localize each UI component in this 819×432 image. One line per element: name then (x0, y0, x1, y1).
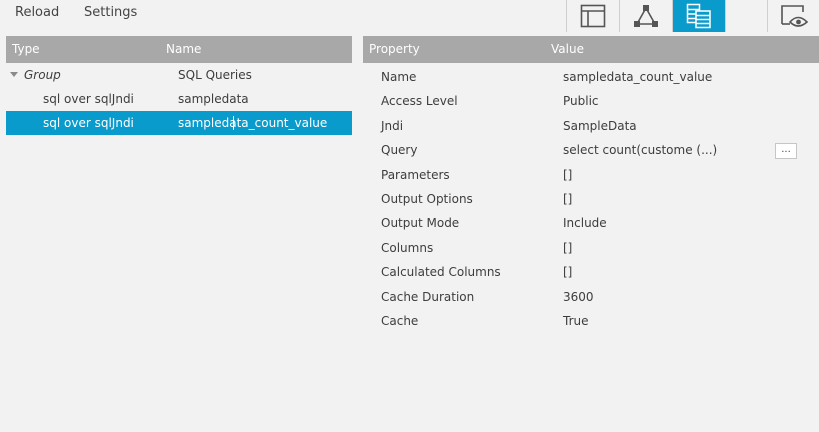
property-row-output-options[interactable]: Output Options [] (363, 188, 819, 212)
property-row-jndi[interactable]: Jndi SampleData (363, 115, 819, 139)
property-label: Cache Duration (381, 289, 475, 304)
layout-view-button[interactable] (567, 0, 619, 32)
property-row-cache[interactable]: Cache True (363, 310, 819, 334)
property-value[interactable]: 3600 (563, 290, 594, 304)
settings-button[interactable]: Settings (84, 5, 137, 20)
property-value[interactable]: Include (563, 216, 607, 230)
group-name-label: SQL Queries (178, 68, 252, 82)
property-value[interactable]: [] (563, 192, 572, 206)
query-tree-panel: Type Name Group SQL Queries sql over sql… (6, 36, 352, 432)
property-value[interactable]: [] (563, 265, 572, 279)
column-header-value[interactable]: Value (551, 42, 584, 56)
property-value[interactable]: True (563, 314, 589, 328)
property-row-output-mode[interactable]: Output Mode Include (363, 212, 819, 236)
tree-item-row-selected[interactable]: sql over sqlJndi sampledata_count_value (6, 111, 352, 135)
graph-icon (634, 5, 658, 27)
item-name-label[interactable]: sampledata_count_value (178, 116, 327, 130)
property-label: Columns (381, 240, 434, 255)
item-type-label: sql over sqlJndi (43, 92, 134, 106)
property-row-columns[interactable]: Columns [] (363, 237, 819, 261)
property-label: Parameters (381, 167, 450, 182)
property-label: Query (381, 143, 418, 158)
query-table-icon (686, 3, 711, 29)
item-name-label: sampledata (178, 92, 249, 106)
chevron-down-icon[interactable] (10, 72, 18, 77)
column-header-property[interactable]: Property (369, 42, 420, 56)
tree-item-row[interactable]: sql over sqlJndi sampledata (6, 87, 352, 111)
preview-button[interactable] (768, 0, 819, 32)
property-row-parameters[interactable]: Parameters [] (363, 164, 819, 188)
property-value[interactable]: [] (563, 168, 572, 182)
property-value[interactable]: sampledata_count_value (563, 70, 712, 84)
query-view-button[interactable] (673, 0, 725, 32)
properties-panel: Property Value Name sampledata_count_val… (363, 36, 819, 432)
property-row-access-level[interactable]: Access Level Public (363, 90, 819, 114)
property-label: Output Mode (381, 216, 460, 231)
property-label: Jndi (381, 118, 404, 133)
property-label: Access Level (381, 94, 458, 109)
tree-group-row[interactable]: Group SQL Queries (6, 63, 352, 87)
property-value[interactable]: SampleData (563, 119, 637, 133)
graph-view-button[interactable] (620, 0, 672, 32)
property-label: Output Options (381, 191, 473, 206)
column-header-type[interactable]: Type (12, 42, 40, 56)
query-edit-button[interactable]: ... (775, 143, 797, 160)
properties-header: Property Value (363, 36, 819, 63)
property-row-calculated-columns[interactable]: Calculated Columns [] (363, 261, 819, 285)
tree-header: Type Name (6, 36, 352, 63)
layout-icon (580, 4, 606, 28)
toolbar-divider (725, 0, 726, 32)
property-row-cache-duration[interactable]: Cache Duration 3600 (363, 286, 819, 310)
property-label: Name (381, 70, 417, 84)
reload-button[interactable]: Reload (15, 5, 59, 20)
property-value[interactable]: Public (563, 94, 599, 108)
property-label: Cache (381, 313, 419, 328)
property-value[interactable]: [] (563, 241, 572, 255)
group-type-label: Group (24, 68, 61, 82)
text-cursor (233, 116, 234, 130)
preview-icon (780, 5, 808, 27)
property-row-name[interactable]: Name sampledata_count_value (363, 66, 819, 90)
property-row-query[interactable]: Query select count(custome (...) ... (363, 139, 819, 163)
property-value[interactable]: select count(custome (...) (563, 143, 717, 157)
column-header-name[interactable]: Name (166, 42, 201, 56)
toolbar: Reload Settings (0, 0, 819, 32)
item-type-label: sql over sqlJndi (43, 116, 134, 130)
property-label: Calculated Columns (381, 265, 501, 280)
